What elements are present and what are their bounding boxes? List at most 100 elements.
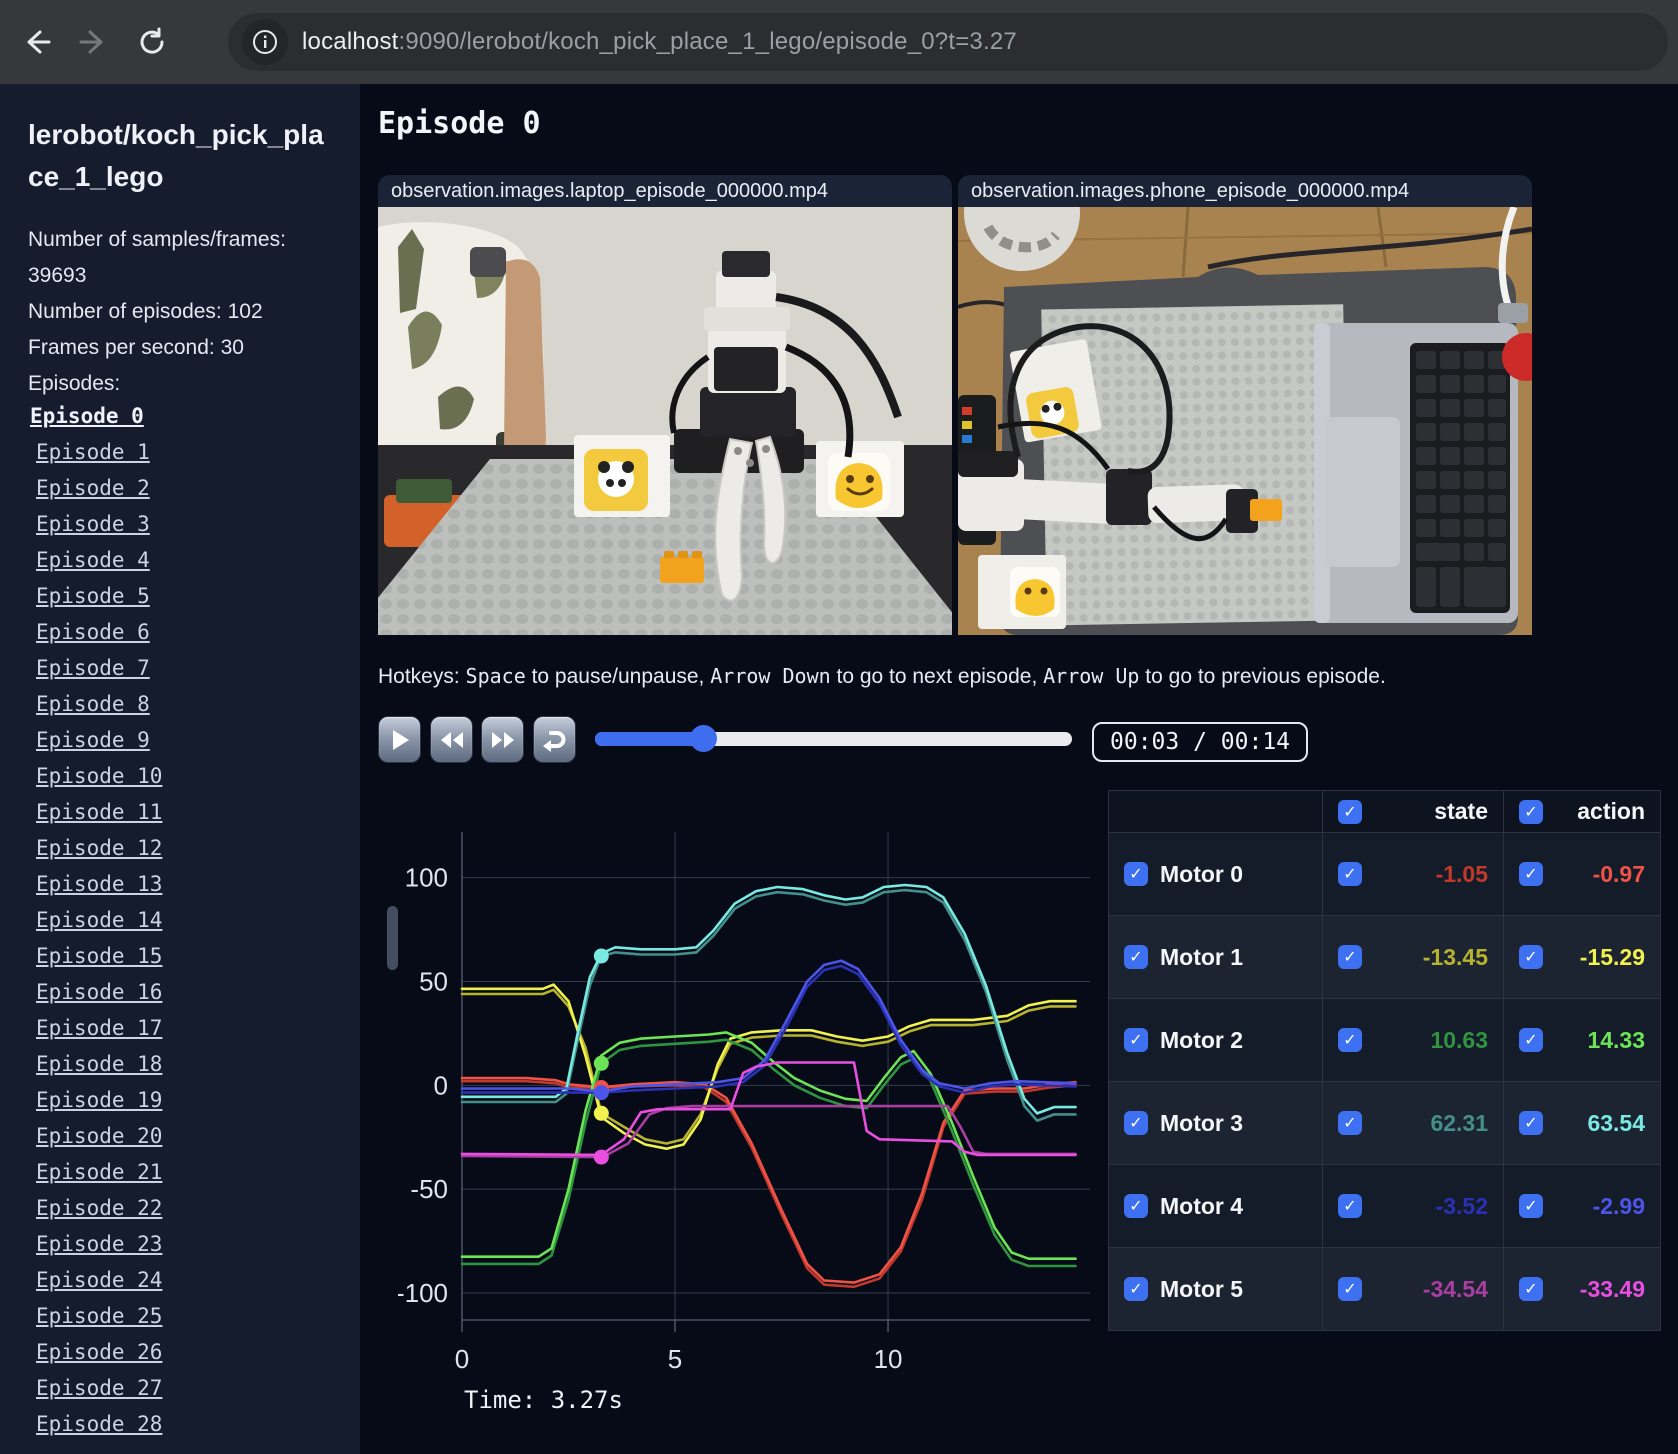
fast-forward-button[interactable] [481,716,524,763]
timeline-slider[interactable] [595,725,1072,752]
episode-list-item: Episode 16 [28,980,334,1016]
episode-link[interactable]: Episode 11 [36,800,162,824]
state-column-checkbox[interactable]: ✓ [1338,799,1362,824]
episode-link[interactable]: Episode 4 [36,548,150,572]
action-checkbox[interactable]: ✓ [1519,1028,1543,1052]
episode-link[interactable]: Episode 16 [36,980,162,1004]
motor-checkbox[interactable]: ✓ [1124,862,1148,886]
sidebar-scrollbar[interactable] [387,906,398,970]
address-bar[interactable]: localhost:9090/lerobot/koch_pick_place_1… [228,13,1668,71]
action-column-label: action [1577,798,1645,824]
episode-list: Episode 0 Episode 1 Episode 2 Episode 3 Epis… [28,404,334,1448]
phone-video-panel: observation.images.phone_episode_000000.… [958,175,1532,635]
episode-link[interactable]: Episode 13 [36,872,162,896]
episode-link[interactable]: Episode 6 [36,620,150,644]
episode-link[interactable]: Episode 17 [36,1016,162,1040]
episode-link[interactable]: Episode 22 [36,1196,162,1220]
state-checkbox[interactable]: ✓ [1338,862,1362,886]
play-button[interactable] [378,716,421,763]
phone-camera-video[interactable] [958,207,1532,635]
action-value: -33.49 [1579,1275,1645,1302]
motor-row: ✓ Motor 2 ✓ 10.63 ✓ 14.33 [1108,998,1661,1082]
dataset-title: lerobot/koch_pick_place_1_lego [28,119,324,192]
episode-link[interactable]: Episode 21 [36,1160,162,1184]
timeline-thumb[interactable] [690,725,718,752]
motor-checkbox[interactable]: ✓ [1124,1277,1148,1301]
motor-chart-svg[interactable]: 100 50 0 -50 -100 0 5 10 [396,824,1110,1380]
stat-episodes: Number of episodes: 102 [28,300,263,323]
action-column-checkbox[interactable]: ✓ [1519,799,1543,824]
state-checkbox[interactable]: ✓ [1338,945,1362,969]
hotkey-arrow-up: Arrow Up [1043,664,1140,688]
episode-list-item: Episode 19 [28,1088,334,1124]
episode-link[interactable]: Episode 23 [36,1232,162,1256]
hotkey-space: Space [465,664,526,688]
episode-link[interactable]: Episode 14 [36,908,162,932]
loop-button[interactable] [533,716,576,763]
motor-checkbox[interactable]: ✓ [1124,1028,1148,1052]
motor-table-header: ✓ state ✓ action [1108,790,1661,833]
motor-table-body: ✓ Motor 0 ✓ -1.05 ✓ -0.97 ✓ Motor 1 ✓ -13.45 ✓ -15.… [1108,832,1661,1331]
episode-link[interactable]: Episode 25 [36,1304,162,1328]
hotkeys-help: Hotkeys: Space to pause/unpause, Arrow D… [378,664,1386,688]
site-info-icon[interactable] [242,19,288,65]
episode-link[interactable]: Episode 2 [36,476,150,500]
action-checkbox[interactable]: ✓ [1519,1277,1543,1301]
state-checkbox[interactable]: ✓ [1338,1111,1362,1135]
episode-list-item: Episode 20 [28,1124,334,1160]
back-icon[interactable] [14,20,58,64]
episode-link[interactable]: Episode 3 [36,512,150,536]
episode-link[interactable]: Episode 9 [36,728,150,752]
main-content: Episode 0 observation.images.laptop_epis… [360,84,1678,1454]
rewind-button[interactable] [430,716,473,763]
motor-checkbox[interactable]: ✓ [1124,945,1148,969]
episode-list-item: Episode 17 [28,1016,334,1052]
action-checkbox[interactable]: ✓ [1519,945,1543,969]
episode-list-item: Episode 12 [28,836,334,872]
svg-text:-100: -100 [398,1278,448,1308]
state-checkbox[interactable]: ✓ [1338,1277,1362,1301]
episode-link[interactable]: Episode 27 [36,1376,162,1400]
episode-list-item: Episode 6 [28,620,334,656]
browser-toolbar: localhost:9090/lerobot/koch_pick_place_1… [0,0,1678,84]
episode-link[interactable]: Episode 5 [36,584,150,608]
episode-link[interactable]: Episode 10 [36,764,162,788]
episode-link[interactable]: Episode 20 [36,1124,162,1148]
episode-link[interactable]: Episode 1 [36,440,150,464]
episode-link[interactable]: Episode 18 [36,1052,162,1076]
state-checkbox[interactable]: ✓ [1338,1194,1362,1218]
episode-link[interactable]: Episode 19 [36,1088,162,1112]
episode-link[interactable]: Episode 15 [36,944,162,968]
episode-link[interactable]: Episode 8 [36,692,150,716]
state-column-label: state [1434,798,1488,824]
laptop-camera-video[interactable] [378,207,952,635]
episode-list-item: Episode 1 [28,440,334,476]
motor-checkbox[interactable]: ✓ [1124,1194,1148,1218]
action-checkbox[interactable]: ✓ [1519,862,1543,886]
action-checkbox[interactable]: ✓ [1519,1194,1543,1218]
svg-text:0: 0 [434,1070,448,1100]
episode-link[interactable]: Episode 7 [36,656,150,680]
episode-list-item: Episode 13 [28,872,334,908]
state-checkbox[interactable]: ✓ [1338,1028,1362,1052]
episode-link[interactable]: Episode 28 [36,1412,162,1436]
motor-label: Motor 0 [1160,860,1244,887]
motor-checkbox[interactable]: ✓ [1124,1111,1148,1135]
motor-label: Motor 3 [1160,1109,1244,1136]
episode-list-item: Episode 4 [28,548,334,584]
action-checkbox[interactable]: ✓ [1519,1111,1543,1135]
episode-list-item: Episode 3 [28,512,334,548]
lego-brick [660,557,704,583]
episode-list-item: Episode 21 [28,1160,334,1196]
episode-link[interactable]: Episode 12 [36,836,162,860]
stat-fps: Frames per second: 30 [28,336,244,359]
laptop-video-title: observation.images.laptop_episode_000000… [378,175,952,207]
episode-link[interactable]: Episode 26 [36,1340,162,1364]
motor-label: Motor 1 [1160,943,1244,970]
episode-link[interactable]: Episode 24 [36,1268,162,1292]
reload-icon[interactable] [130,20,174,64]
episode-link[interactable]: Episode 0 [30,404,144,428]
episode-list-item: Episode 14 [28,908,334,944]
page-title: Episode 0 [378,106,541,141]
forward-icon[interactable] [72,20,116,64]
